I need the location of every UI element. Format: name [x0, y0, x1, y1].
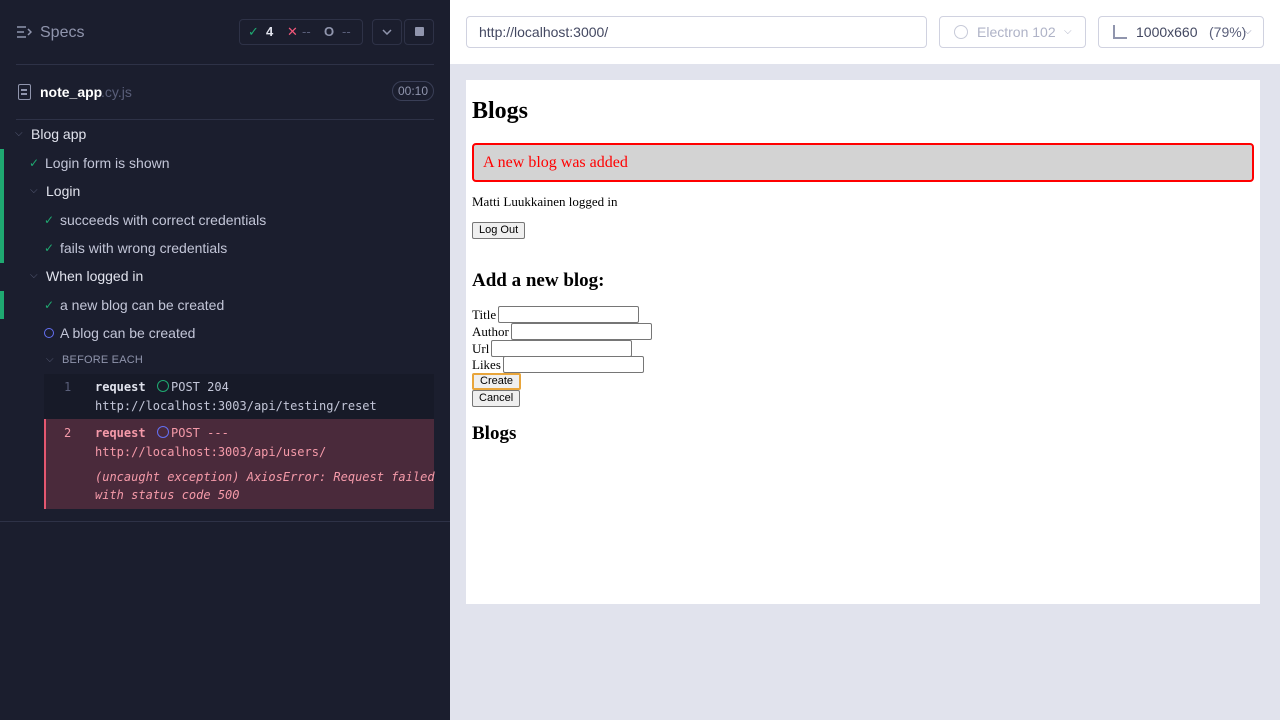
pass-bar: [0, 291, 4, 319]
request-method: POST 204: [171, 380, 229, 394]
header-divider: [16, 64, 434, 65]
spec-file-name: note_app: [40, 84, 103, 100]
pass-check-icon: ✓: [44, 298, 55, 312]
request-method: POST ---: [171, 426, 229, 440]
chevron-down-icon: ⌵: [30, 270, 38, 281]
logout-button[interactable]: Log Out: [472, 222, 526, 239]
form-heading: Add a new blog:: [472, 270, 605, 291]
author-input[interactable]: [510, 323, 652, 340]
suite-title: Login: [46, 183, 81, 199]
viewport-selector[interactable]: 1000x660 (79%) ⌵: [1098, 16, 1264, 48]
electron-icon: [954, 25, 968, 39]
request-url: http://localhost:3003/api/users/: [95, 445, 327, 459]
specs-title[interactable]: Specs: [40, 24, 84, 42]
test-title: a new blog can be created: [60, 297, 225, 313]
pending-spinner-icon: O: [324, 24, 335, 39]
pass-check-icon: ✓: [29, 156, 40, 170]
title-row: Title: [472, 306, 640, 323]
suite-title: When logged in: [46, 268, 144, 284]
author-label: Author: [472, 324, 509, 339]
test-login-success[interactable]: ✓ succeeds with correct credentials: [0, 206, 450, 234]
url-bar[interactable]: http://localhost:3000/: [466, 16, 927, 48]
command-log-item[interactable]: 1 request POST 204 http://localhost:3003…: [44, 374, 434, 419]
logged-in-status: Matti Luukkainen logged in: [472, 194, 618, 209]
stop-icon: [414, 26, 424, 36]
hook-title: BEFORE EACH: [62, 354, 144, 366]
running-spinner-icon: [44, 328, 54, 338]
error-message-continued: with status code 500: [95, 488, 240, 502]
notification-banner: A new blog was added: [472, 143, 1254, 182]
app-under-test-panel: http://localhost:3000/ Electron 102 ⌵ 10…: [450, 0, 1280, 720]
request-pending-icon: [157, 426, 169, 438]
test-title: A blog can be created: [60, 325, 196, 341]
cancel-button[interactable]: Cancel: [472, 390, 521, 407]
browser-selector[interactable]: Electron 102 ⌵: [939, 16, 1086, 48]
chevron-down-icon: ⌵: [15, 128, 23, 139]
pass-check-icon: ✓: [44, 241, 55, 255]
title-input[interactable]: [498, 306, 640, 323]
url-row: Url: [472, 340, 633, 357]
failed-count: --: [302, 24, 311, 39]
likes-label: Likes: [472, 357, 501, 372]
test-new-blog[interactable]: ✓ a new blog can be created: [0, 291, 450, 319]
test-title: Login form is shown: [45, 155, 170, 171]
command-name: request: [95, 380, 146, 394]
suite-when-logged-in[interactable]: ⌵ When logged in: [0, 262, 450, 290]
reporter-panel: Specs ✓ 4 ✕ -- O -- note_app .cy.js 00:1…: [0, 0, 450, 720]
command-log-item-failed[interactable]: 2 request POST --- http://localhost:3003…: [44, 419, 435, 509]
app-frame: Blogs A new blog was added Matti Luukkai…: [466, 80, 1260, 604]
url-input[interactable]: [491, 340, 633, 357]
expand-tests-button[interactable]: [372, 19, 402, 45]
chevron-down-icon: [382, 29, 392, 36]
suite-blog-app[interactable]: ⌵ Blog app: [0, 120, 450, 148]
browser-label: Electron 102: [977, 24, 1056, 40]
test-stats: ✓ 4 ✕ -- O --: [239, 19, 363, 45]
test-title: succeeds with correct credentials: [60, 212, 267, 228]
spec-file-row: note_app .cy.js 00:10: [0, 66, 450, 120]
suite-title: Blog app: [31, 126, 87, 142]
pass-check-icon: ✓: [44, 213, 55, 227]
title-label: Title: [472, 307, 497, 322]
command-number: 2: [64, 426, 72, 440]
request-status-icon: [157, 380, 169, 392]
aut-header: http://localhost:3000/ Electron 102 ⌵ 10…: [450, 0, 1280, 64]
document-icon: [18, 84, 31, 100]
log-divider: [0, 521, 450, 522]
failed-x-icon: ✕: [287, 24, 298, 39]
pass-bar: [0, 149, 4, 177]
hook-before-each[interactable]: ⌵ BEFORE EACH: [0, 346, 450, 374]
pending-count: --: [342, 24, 351, 39]
viewport-size: 1000x660: [1136, 24, 1198, 40]
likes-row: Likes: [472, 356, 644, 373]
reporter-header: Specs ✓ 4 ✕ -- O --: [0, 0, 450, 64]
url-label: Url: [472, 341, 490, 356]
test-title: fails with wrong credentials: [60, 240, 228, 256]
spec-file-ext: .cy.js: [101, 84, 132, 100]
run-duration: 00:10: [392, 81, 434, 101]
command-name: request: [95, 426, 146, 440]
test-running[interactable]: A blog can be created: [0, 319, 450, 347]
author-row: Author: [472, 323, 652, 340]
chevron-down-icon: ⌵: [46, 354, 54, 365]
test-login-failure[interactable]: ✓ fails with wrong credentials: [0, 234, 450, 262]
command-number: 1: [64, 380, 72, 394]
stop-run-button[interactable]: [404, 19, 434, 45]
passed-check-icon: ✓: [248, 24, 259, 39]
specs-list-icon[interactable]: [16, 24, 32, 40]
passed-count: 4: [266, 24, 274, 39]
viewport-scale: (79%): [1209, 24, 1247, 40]
test-login-form[interactable]: ✓ Login form is shown: [0, 149, 450, 177]
error-message: (uncaught exception) AxiosError: Request…: [95, 470, 435, 484]
chevron-down-icon: ⌵: [1244, 26, 1252, 37]
chevron-down-icon: ⌵: [1064, 26, 1072, 37]
request-url: http://localhost:3003/api/testing/reset: [95, 399, 377, 413]
suite-login[interactable]: ⌵ Login: [0, 177, 450, 263]
chevron-down-icon: ⌵: [30, 185, 38, 196]
blogs-list-heading: Blogs: [472, 423, 517, 444]
create-button[interactable]: Create: [472, 373, 522, 390]
page-title: Blogs: [472, 98, 529, 124]
likes-input[interactable]: [502, 356, 644, 373]
ruler-icon: [1113, 25, 1127, 39]
